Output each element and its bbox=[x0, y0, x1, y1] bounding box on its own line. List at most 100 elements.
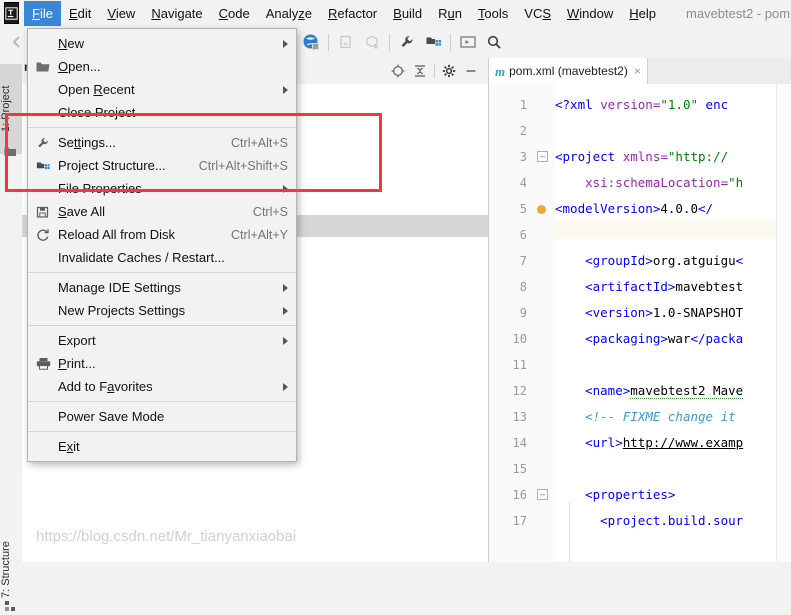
menu-item-reload-all-from-disk[interactable]: Reload All from Disk Ctrl+Alt+Y bbox=[28, 223, 296, 246]
intellij-logo-icon bbox=[4, 2, 19, 24]
chevron-right-icon-6 bbox=[283, 336, 288, 345]
menu-item-close-project-label: Close Project bbox=[58, 105, 136, 120]
chevron-right-icon-4 bbox=[283, 283, 288, 292]
project-panel-header-icons bbox=[387, 60, 488, 82]
printer-icon bbox=[28, 357, 58, 370]
menu-item-invalidate-caches-label: Invalidate Caches / Restart... bbox=[58, 250, 225, 265]
menu-item-settings-label: Settings... bbox=[58, 135, 116, 150]
menu-item-add-to-favorites[interactable]: Add to Favorites bbox=[28, 375, 296, 398]
menu-separator-3 bbox=[28, 325, 296, 326]
fold-minus-icon-2[interactable]: – bbox=[537, 489, 548, 500]
menu-code[interactable]: Code bbox=[211, 1, 258, 26]
chevron-right-icon-5 bbox=[283, 306, 288, 315]
menu-item-close-project[interactable]: Close Project bbox=[28, 101, 296, 124]
menu-item-power-save-mode-label: Power Save Mode bbox=[58, 409, 165, 424]
menu-analyze[interactable]: Analyze bbox=[258, 1, 320, 26]
editor-gutter[interactable]: 1 2 3 – 4 5 6 7 8 9 10 11 12 13 14 15 16… bbox=[489, 84, 556, 562]
editor-scrollbar[interactable] bbox=[776, 84, 791, 562]
menu-item-exit-label: Exit bbox=[58, 439, 80, 454]
menu-item-settings[interactable]: Settings... Ctrl+Alt+S bbox=[28, 131, 296, 154]
menu-separator-5 bbox=[28, 431, 296, 432]
menu-item-export-label: Export bbox=[58, 333, 96, 348]
update-project-icon[interactable] bbox=[333, 29, 359, 55]
menu-item-invalidate-caches[interactable]: Invalidate Caches / Restart... bbox=[28, 246, 296, 269]
sidebar-item-project-label: 1: Project bbox=[0, 85, 12, 133]
menu-item-add-to-favorites-label: Add to Favorites bbox=[58, 379, 153, 394]
collapse-all-icon[interactable] bbox=[409, 60, 431, 82]
menu-separator-2 bbox=[28, 272, 296, 273]
reload-icon bbox=[28, 228, 58, 242]
menu-item-new-projects-settings-label: New Projects Settings bbox=[58, 303, 186, 318]
editor-area: m pom.xml (mavebtest2) × 1 2 3 – 4 5 6 7… bbox=[489, 58, 791, 562]
settings-wrench-icon[interactable] bbox=[394, 29, 420, 55]
menu-run[interactable]: Run bbox=[430, 1, 470, 26]
menu-item-save-all-accel: Ctrl+S bbox=[252, 204, 288, 219]
menu-item-new-label: New bbox=[58, 36, 85, 51]
menu-item-reload-all-label: Reload All from Disk bbox=[58, 227, 176, 242]
menu-tools[interactable]: Tools bbox=[470, 1, 516, 26]
menu-help[interactable]: Help bbox=[621, 1, 664, 26]
menu-navigate[interactable]: Navigate bbox=[143, 1, 210, 26]
menu-item-reload-all-accel: Ctrl+Alt+Y bbox=[231, 227, 288, 242]
menu-item-power-save-mode[interactable]: Power Save Mode bbox=[28, 405, 296, 428]
sidebar-item-structure[interactable]: 7: Structure bbox=[0, 528, 22, 612]
menu-item-exit[interactable]: Exit bbox=[28, 435, 296, 458]
close-icon[interactable]: × bbox=[634, 65, 641, 77]
menu-refactor[interactable]: Refactor bbox=[320, 1, 385, 26]
menu-separator-1 bbox=[28, 127, 296, 128]
menu-item-file-properties[interactable]: File Properties bbox=[28, 177, 296, 200]
gear-icon[interactable] bbox=[438, 60, 460, 82]
project-tool-icon bbox=[4, 146, 17, 157]
project-structure-icon[interactable] bbox=[420, 29, 446, 55]
sidebar-item-project[interactable]: 1: Project bbox=[0, 64, 22, 154]
menu-view[interactable]: View bbox=[99, 1, 143, 26]
menu-item-save-all-label: Save All bbox=[58, 204, 105, 219]
fold-minus-icon[interactable]: – bbox=[537, 151, 548, 162]
structure-tool-icon bbox=[5, 601, 16, 612]
menu-item-new-projects-settings[interactable]: New Projects Settings bbox=[28, 299, 296, 322]
menu-build[interactable]: Build bbox=[385, 1, 430, 26]
save-all-icon bbox=[28, 205, 58, 219]
chevron-right-icon-3 bbox=[283, 184, 288, 193]
watermark-text: https://blog.csdn.net/Mr_tianyanxiaobai bbox=[36, 528, 297, 545]
menu-window[interactable]: Window bbox=[559, 1, 621, 26]
menu-bar: FFileile Edit View Navigate Code Analyze… bbox=[0, 0, 791, 27]
browser-icon[interactable] bbox=[298, 29, 324, 55]
menu-item-open-recent-label: Open Recent bbox=[58, 82, 135, 97]
terminal-icon[interactable] bbox=[455, 29, 481, 55]
chevron-right-icon-7 bbox=[283, 382, 288, 391]
menu-item-print[interactable]: Print... bbox=[28, 352, 296, 375]
wrench-icon bbox=[28, 136, 58, 150]
menu-vcs[interactable]: VCS bbox=[516, 1, 559, 26]
menu-file[interactable]: FFileile bbox=[24, 0, 61, 26]
intention-bulb-icon[interactable] bbox=[537, 205, 546, 214]
window-title: mavebtest2 - pom.xml (mav bbox=[686, 5, 791, 21]
menu-item-manage-ide-settings[interactable]: Manage IDE Settings bbox=[28, 276, 296, 299]
editor-tab-pom-xml[interactable]: m pom.xml (mavebtest2) × bbox=[489, 58, 648, 84]
minimize-icon[interactable] bbox=[460, 60, 482, 82]
intellij-idea-window: FFileile Edit View Navigate Code Analyze… bbox=[0, 0, 791, 611]
folder-icon bbox=[28, 61, 58, 73]
search-everywhere-icon[interactable] bbox=[481, 29, 507, 55]
commit-icon[interactable] bbox=[359, 29, 385, 55]
menu-edit[interactable]: Edit bbox=[61, 1, 99, 26]
menu-item-file-properties-label: File Properties bbox=[58, 181, 142, 196]
locate-icon[interactable] bbox=[387, 60, 409, 82]
menu-item-open-label: Open... bbox=[58, 59, 101, 74]
menu-item-export[interactable]: Export bbox=[28, 329, 296, 352]
editor-tab-label: pom.xml (mavebtest2) bbox=[509, 64, 628, 78]
menu-item-project-structure[interactable]: Project Structure... Ctrl+Alt+Shift+S bbox=[28, 154, 296, 177]
menu-item-save-all[interactable]: Save All Ctrl+S bbox=[28, 200, 296, 223]
menu-item-project-structure-label: Project Structure... bbox=[58, 158, 166, 173]
code-text[interactable]: <?xml version="1.0" enc <project xmlns="… bbox=[555, 84, 777, 562]
menu-item-new[interactable]: New bbox=[28, 32, 296, 55]
sidebar-item-structure-label: 7: Structure bbox=[0, 541, 12, 599]
left-tool-strip: 1: Project 7: Structure bbox=[0, 58, 23, 611]
project-structure-icon-menu bbox=[28, 159, 58, 173]
caret-line-highlight bbox=[555, 220, 777, 239]
menu-item-open-recent[interactable]: Open Recent bbox=[28, 78, 296, 101]
menu-item-settings-accel: Ctrl+Alt+S bbox=[231, 135, 288, 150]
chevron-right-icon-2 bbox=[283, 85, 288, 94]
menu-item-open[interactable]: Open... bbox=[28, 55, 296, 78]
maven-m-icon: m bbox=[495, 63, 506, 79]
